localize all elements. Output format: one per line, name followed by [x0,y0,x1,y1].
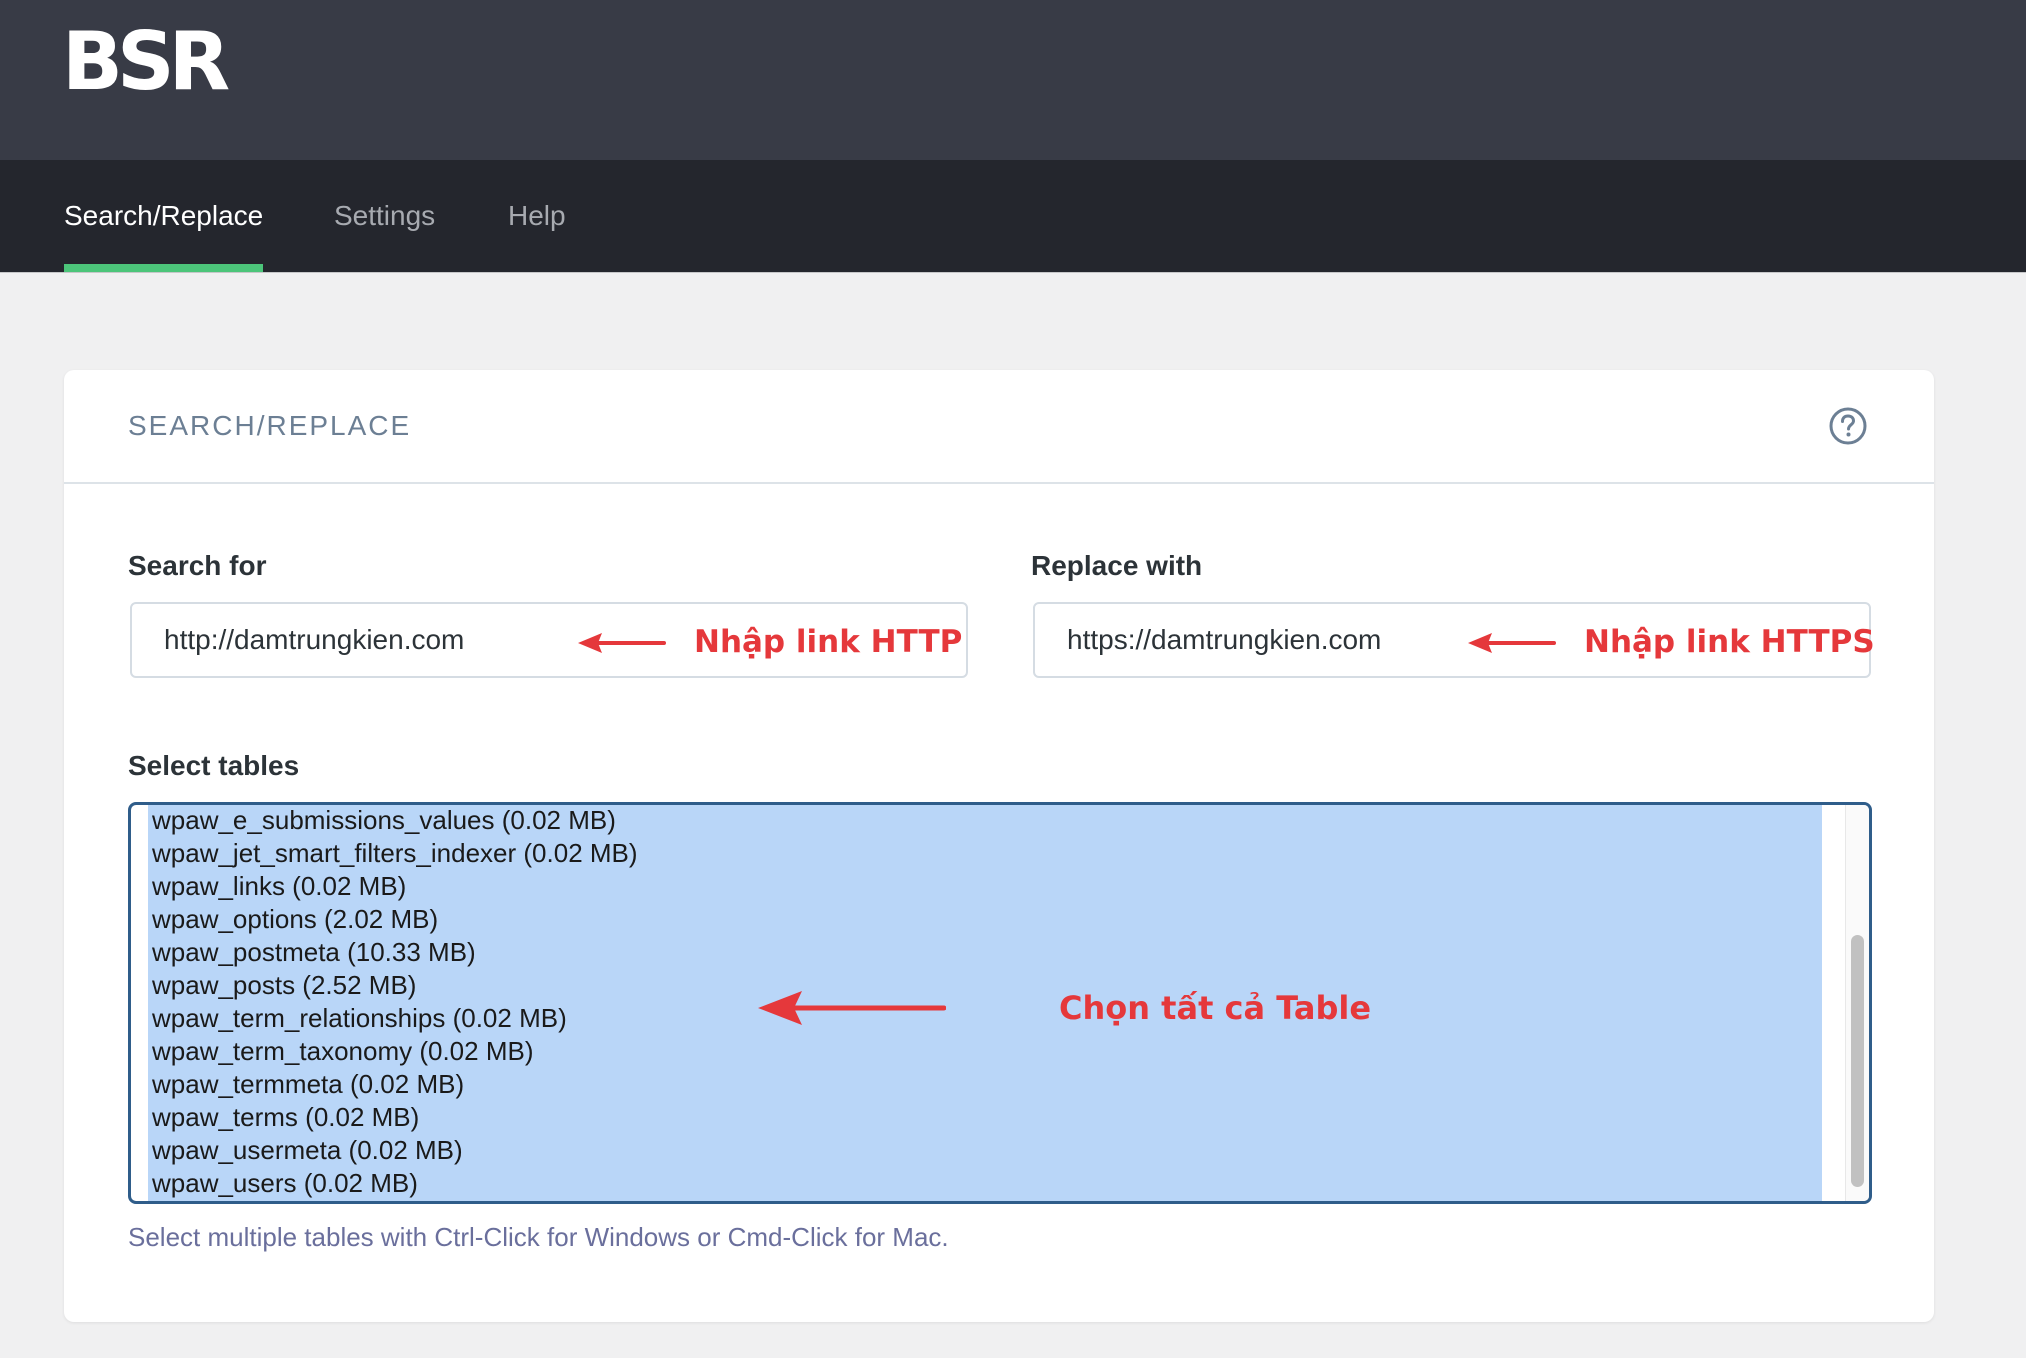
arrow-left-icon [1468,633,1556,653]
table-option[interactable]: wpaw_posts (2.52 MB) [152,969,416,1002]
logo-text: BSR [62,15,230,108]
panel-title: SEARCH/REPLACE [128,410,412,441]
table-option[interactable]: wpaw_jet_smart_filters_indexer (0.02 MB) [152,837,638,870]
table-option[interactable]: wpaw_links (0.02 MB) [152,870,406,903]
table-option[interactable]: wpaw_terms (0.02 MB) [152,1101,419,1134]
tables-scrollbar[interactable] [1845,805,1869,1201]
select-tables-label: Select tables [128,750,300,781]
search-for-label: Search for [128,550,267,581]
replace-with-label: Replace with [1031,550,1203,581]
table-option[interactable]: wpaw_users (0.02 MB) [152,1167,418,1200]
replace-annotation: Nhập link HTTPS [1584,624,1875,660]
scrollbar-thumb[interactable] [1851,935,1864,1187]
table-option[interactable]: wpaw_e_submissions_values (0.02 MB) [152,805,616,837]
main-nav: Search/Replace Settings Help [0,160,2026,273]
tables-option-list: wpaw_e_submissions_values (0.02 MB) wpaw… [148,805,1822,1201]
table-option[interactable]: wpaw_termmeta (0.02 MB) [152,1068,464,1101]
tab-search-replace[interactable]: Search/Replace [64,160,264,272]
table-option[interactable]: wpaw_postmeta (10.33 MB) [152,936,476,969]
tables-hint: Select multiple tables with Ctrl-Click f… [128,1222,949,1252]
question-circle-icon[interactable] [1828,406,1868,446]
search-replace-panel: SEARCH/REPLACE Search for Nhập link HTTP… [64,370,1934,1322]
tab-help[interactable]: Help [508,160,566,272]
search-annotation: Nhập link HTTP [694,624,963,660]
bsr-logo: BSR [62,22,230,102]
tab-settings[interactable]: Settings [334,160,435,272]
table-option[interactable]: wpaw_term_taxonomy (0.02 MB) [152,1035,533,1068]
tables-annotation: Chọn tất cả Table [1059,989,1372,1027]
arrow-left-icon [758,991,946,1025]
top-header: BSR [0,0,2026,160]
arrow-left-icon [578,633,666,653]
table-option[interactable]: wpaw_term_relationships (0.02 MB) [152,1002,567,1035]
table-option[interactable]: wpaw_usermeta (0.02 MB) [152,1134,463,1167]
table-option[interactable]: wpaw_options (2.02 MB) [152,903,438,936]
tables-multiselect[interactable]: wpaw_e_submissions_values (0.02 MB) wpaw… [128,802,1872,1204]
panel-header: SEARCH/REPLACE [64,370,1934,484]
